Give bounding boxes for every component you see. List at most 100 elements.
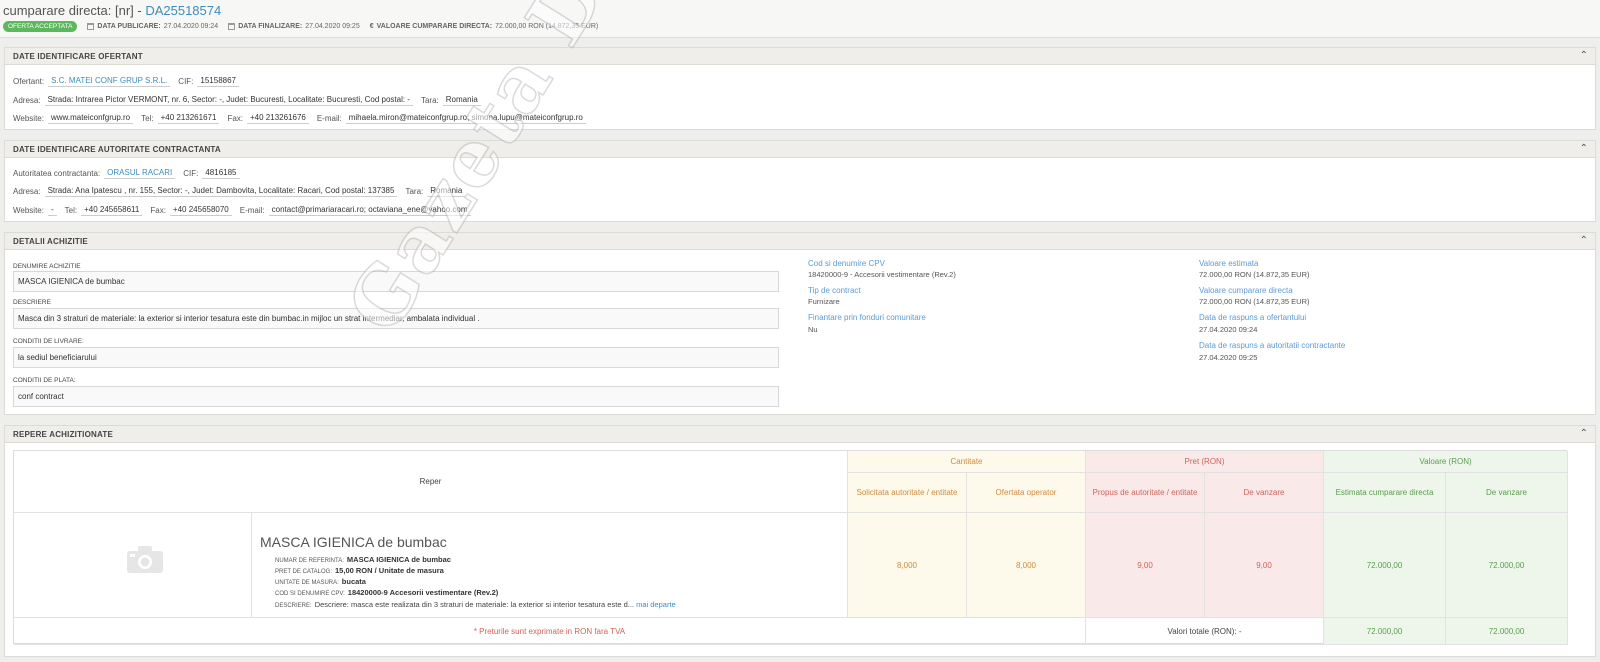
bidder-contact-row: Website: www.mateiconfgrup.ro Tel: +40 2… [13, 113, 594, 124]
field-label: Ofertant: [13, 77, 45, 86]
direct-purchase-value-amount: 72.000,00 RON (14.872,35 EUR) [495, 23, 599, 30]
field-label: Website: [13, 206, 44, 215]
field-label: CIF: [183, 169, 199, 178]
field-label: Tel: [64, 206, 78, 215]
ref-label: NUMAR DE REFERINTA: [275, 558, 344, 564]
group-header-valoare: Valoare (RON) [1324, 451, 1568, 473]
field-label: E-mail: [239, 206, 265, 215]
estimated-value-label: Valoare estimata [1199, 259, 1259, 268]
field-label: E-mail: [316, 114, 342, 123]
chevron-up-icon[interactable]: ⌃ [1580, 143, 1588, 154]
read-more-link[interactable]: mai departe [636, 600, 676, 609]
chevron-up-icon[interactable]: ⌃ [1580, 428, 1588, 439]
contract-type-value: Furnizare [808, 297, 840, 306]
authority-response-date-label: Data de raspuns a autoritatii contractan… [1199, 341, 1346, 350]
authority-address-row: Adresa: Strada: Ana Ipatescu , nr. 155, … [13, 186, 473, 197]
eu-funding-label: Finantare prin fonduri comunitare [808, 313, 926, 322]
items-table: Reper Cantitate Pret (RON) Valoare (RON)… [13, 450, 1568, 645]
publish-date-label: DATA PUBLICARE: [97, 23, 161, 30]
authority-name-link[interactable]: ORASUL RACARI [104, 168, 176, 179]
group-header-pret: Pret (RON) [1086, 451, 1324, 473]
bidder-panel: DATE IDENTIFICARE OFERTANT ⌃ Ofertant: S… [4, 47, 1596, 130]
authority-panel: DATE IDENTIFICARE AUTORITATE CONTRACTANT… [4, 140, 1596, 222]
col-header-propus: Propus de autoritate / entitate [1086, 473, 1205, 513]
acquisition-name-label: DENUMIRE ACHIZITIE [13, 263, 81, 270]
field-label: Autoritatea contractanta: [13, 169, 101, 178]
qty-requested: 8,000 [848, 513, 967, 618]
authority-address: Strada: Ana Ipatescu , nr. 155, Sector: … [44, 186, 398, 197]
value-estimated: 72.000,00 [1324, 513, 1446, 618]
description-field: Masca din 3 straturi de materiale: la ex… [13, 308, 779, 329]
bidder-row: Ofertant: S.C. MATEI CONF GRUP S.R.L. CI… [13, 76, 247, 87]
authority-panel-header[interactable]: DATE IDENTIFICARE AUTORITATE CONTRACTANT… [5, 141, 1595, 158]
product-ref-line: NUMAR DE REFERINTA: MASCA IGIENICA de bum… [275, 555, 451, 564]
col-header-estimata: Estimata cumparare directa [1324, 473, 1446, 513]
contract-type-label: Tip de contract [808, 286, 861, 295]
cpv-value: 18420000-9 - Accesorii vestimentare (Rev… [808, 270, 956, 279]
field-label: Tara: [405, 187, 424, 196]
status-badge: OFERTA ACCEPTATA [3, 21, 78, 32]
header-meta: OFERTA ACCEPTATA DATA PUBLICARE: 27.04.2… [3, 21, 598, 32]
total-selling: 72.000,00 [1446, 618, 1568, 645]
product-cpv-line: COD SI DENUMIRE CPV: 18420000-9 Accesorii… [275, 588, 498, 597]
bidder-panel-header[interactable]: DATE IDENTIFICARE OFERTANT ⌃ [5, 48, 1595, 65]
panel-title: REPERE ACHIZITIONATE [13, 430, 114, 439]
acquisition-details-panel: DETALII ACHIZITIE ⌃ DENUMIRE ACHIZITIE M… [4, 232, 1596, 415]
calendar-icon [87, 23, 95, 30]
delivery-conditions-label: CONDITII DE LIVRARE: [13, 338, 84, 345]
qty-offered: 8,000 [967, 513, 1086, 618]
description-label: DESCRIERE [13, 299, 51, 306]
group-header-cantitate: Cantitate [848, 451, 1086, 473]
chevron-up-icon[interactable]: ⌃ [1580, 235, 1588, 246]
authority-email: contact@primariaracari.ro; octaviana_ene… [268, 205, 471, 216]
catalog-price-value: 15,00 RON / Unitate de masura [335, 566, 444, 575]
direct-purchase-value-label: VALOARE CUMPARARE DIRECTA: [376, 23, 493, 30]
authority-fax: +40 245658070 [169, 205, 232, 216]
items-panel-header[interactable]: REPERE ACHIZITIONATE ⌃ [5, 426, 1595, 443]
payment-conditions-field: conf contract [13, 386, 779, 407]
page-title: cumparare directa: [nr] - DA25518574 [3, 3, 221, 18]
eu-funding-value: Nu [808, 325, 818, 334]
publish-date-value: 27.04.2020 09:24 [163, 23, 219, 30]
publish-date: DATA PUBLICARE: 27.04.2020 09:24 [87, 23, 218, 30]
chevron-up-icon[interactable]: ⌃ [1580, 50, 1588, 61]
finalize-date-label: DATA FINALIZARE: [238, 23, 303, 30]
col-header-solicitata: Solicitata autoritate / entitate [848, 473, 967, 513]
direct-purchase-label: Valoare cumparare directa [1199, 286, 1293, 295]
bidder-name-link[interactable]: S.C. MATEI CONF GRUP S.R.L. [48, 76, 171, 87]
field-label: CIF: [178, 77, 194, 86]
field-label: Tel: [141, 114, 154, 123]
title-prefix: cumparare directa: [nr] - [3, 3, 146, 18]
bidder-response-date-label: Data de raspuns a ofertantului [1199, 313, 1307, 322]
catalog-price-label: PRET DE CATALOG: [275, 569, 333, 575]
camera-icon [127, 546, 163, 573]
delivery-conditions-field: la sediul beneficiarului [13, 347, 779, 368]
panel-title: DATE IDENTIFICARE OFERTANT [13, 52, 143, 61]
field-label: Tara: [420, 96, 439, 105]
col-header-de-vanzare: De vanzare [1205, 473, 1324, 513]
price-proposed: 9,00 [1086, 513, 1205, 618]
ref-value: MASCA IGIENICA de bumbac [346, 555, 451, 564]
price-selling: 9,00 [1205, 513, 1324, 618]
product-cpv-value: 18420000-9 Accesorii vestimentare (Rev.2… [347, 588, 499, 597]
bidder-email: mihaela.miron@mateiconfgrup.ro; simona.l… [345, 113, 586, 124]
authority-phone: +40 245658611 [81, 205, 143, 216]
field-label: Fax: [227, 114, 243, 123]
authority-response-date: 27.04.2020 09:25 [1199, 353, 1258, 362]
purchased-items-panel: REPERE ACHIZITIONATE ⌃ Reper Cantitate P… [4, 425, 1596, 657]
product-name: MASCA IGIENICA de bumbac [260, 534, 447, 550]
payment-conditions-label: CONDITII DE PLATA: [13, 377, 76, 384]
bidder-response-date: 27.04.2020 09:24 [1199, 325, 1258, 334]
unit-value: bucata [341, 577, 366, 586]
details-panel-header[interactable]: DETALII ACHIZITIE ⌃ [5, 233, 1595, 250]
authority-contact-row: Website: - Tel: +40 245658611 Fax: +40 2… [13, 205, 479, 216]
field-label: Fax: [150, 206, 166, 215]
calendar-icon [228, 23, 236, 30]
estimated-value: 72.000,00 RON (14.872,35 EUR) [1199, 270, 1310, 279]
finalize-date: DATA FINALIZARE: 27.04.2020 09:25 [228, 23, 360, 30]
procedure-code-link[interactable]: DA25518574 [145, 3, 221, 18]
unit-label: UNITATE DE MASURA: [275, 580, 339, 586]
direct-purchase-value: 72.000,00 RON (14.872,35 EUR) [1199, 297, 1310, 306]
acquisition-name-field: MASCA IGIENICA de bumbac [13, 271, 779, 292]
bidder-country: Romania [442, 95, 481, 106]
